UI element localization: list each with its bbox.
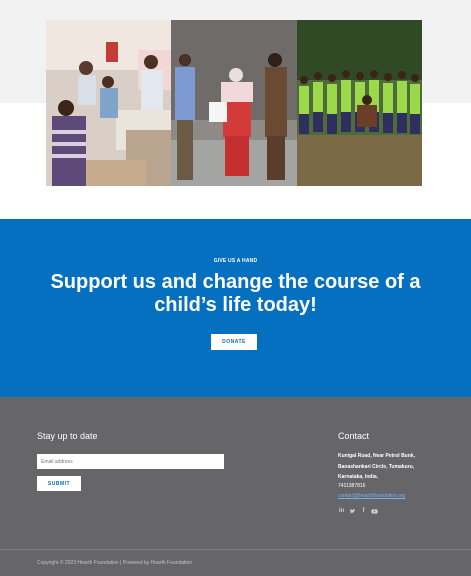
contact-title: Contact xyxy=(338,431,370,441)
submit-button[interactable]: SUBMIT xyxy=(37,476,81,491)
contact-phone: 7411387816 xyxy=(338,483,366,489)
twitter-icon[interactable] xyxy=(349,508,356,515)
donate-eyebrow: GIVE US A HAND xyxy=(213,258,258,264)
contact-address: Kunigal Road, Near Petrol Bunk, Banashan… xyxy=(338,451,448,483)
photo-gallery xyxy=(46,20,422,186)
facebook-icon[interactable]: f xyxy=(360,508,367,515)
newsletter-title: Stay up to date xyxy=(37,431,98,441)
donate-button[interactable]: DONATE xyxy=(211,334,257,350)
contact-email-link[interactable]: contact@hearthfoundation.org xyxy=(338,493,405,499)
copyright-text: Copyright © 2023 Hearth Foundation | Pow… xyxy=(37,560,193,566)
youtube-icon[interactable] xyxy=(371,508,378,515)
site-footer: Stay up to date SUBMIT Contact Kunigal R… xyxy=(0,397,471,576)
address-line-3: Karnataka, India. xyxy=(338,474,379,480)
photo-handover xyxy=(171,20,297,186)
social-links: in f xyxy=(338,508,378,515)
address-line-2: Banashankari Circle, Tumakuru, xyxy=(338,463,415,470)
donate-section: GIVE US A HAND Support us and change the… xyxy=(0,219,471,397)
email-input[interactable] xyxy=(37,454,224,469)
photo-football-team xyxy=(297,20,422,186)
linkedin-icon[interactable]: in xyxy=(338,508,345,515)
footer-divider xyxy=(0,549,471,550)
photo-health-camp xyxy=(46,20,171,186)
donate-headline: Support us and change the course of a ch… xyxy=(50,271,421,316)
address-line-1: Kunigal Road, Near Petrol Bunk, xyxy=(338,453,415,459)
